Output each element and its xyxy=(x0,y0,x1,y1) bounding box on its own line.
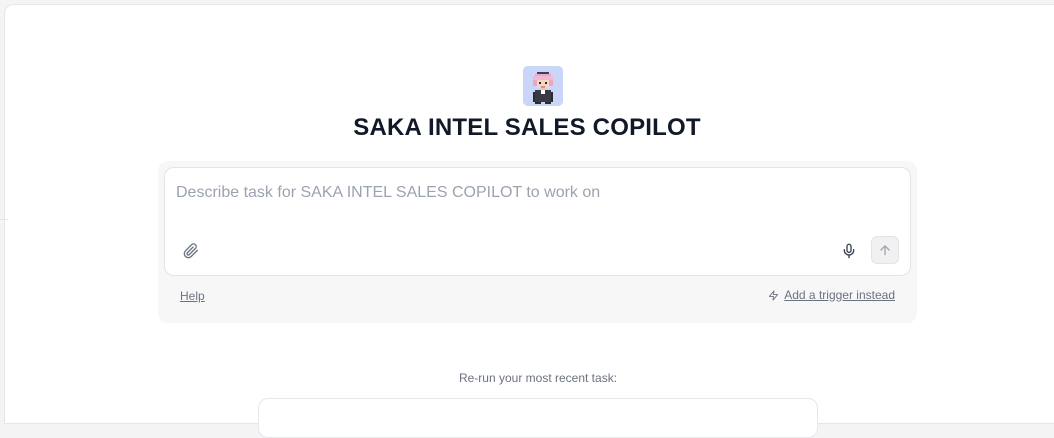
pixel-character-avatar-icon xyxy=(523,66,563,106)
attach-button[interactable] xyxy=(181,241,201,261)
task-input[interactable] xyxy=(176,182,876,204)
divider xyxy=(0,219,8,220)
help-link[interactable]: Help xyxy=(180,289,205,303)
add-trigger-link[interactable]: Add a trigger instead xyxy=(768,288,895,302)
composer-container: Help Add a trigger instead xyxy=(158,161,917,323)
lightning-icon xyxy=(769,289,779,301)
microphone-button[interactable] xyxy=(839,241,859,261)
send-button[interactable] xyxy=(871,236,899,264)
agent-avatar xyxy=(523,66,563,106)
task-composer xyxy=(164,167,911,276)
arrow-up-icon xyxy=(880,245,890,256)
recent-task-label: Re-run your most recent task: xyxy=(458,371,618,385)
add-trigger-label: Add a trigger instead xyxy=(784,288,895,302)
recent-task-card[interactable] xyxy=(258,398,818,438)
microphone-icon xyxy=(843,243,855,259)
paperclip-icon xyxy=(183,243,198,259)
page-title: SAKA INTEL SALES COPILOT xyxy=(353,114,701,141)
